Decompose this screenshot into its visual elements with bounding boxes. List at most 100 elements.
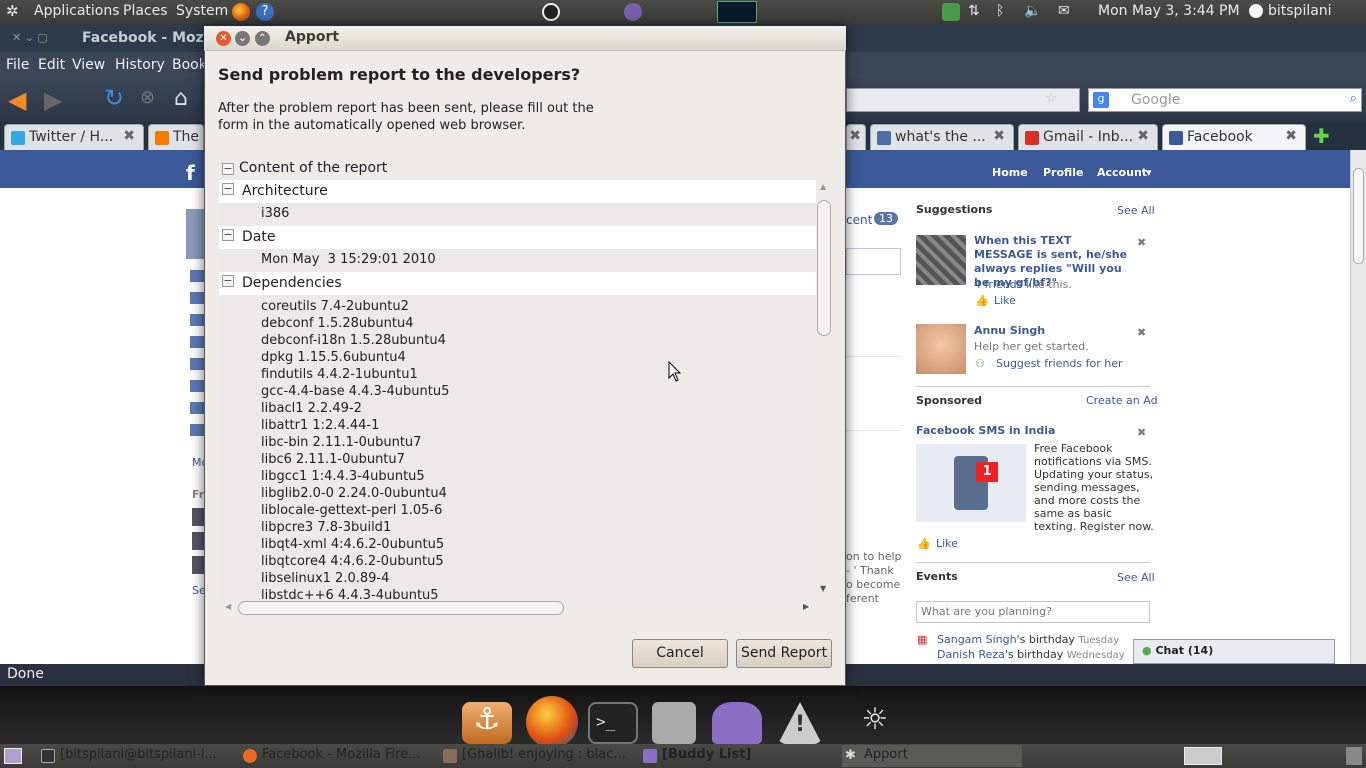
collapse-icon[interactable]: − [222, 275, 234, 287]
ad-title[interactable]: Facebook SMS in India [916, 424, 1055, 438]
cancel-button[interactable]: Cancel [632, 639, 728, 668]
weather-icon[interactable]: ☼ [852, 702, 898, 744]
tree-row-arch-value[interactable]: i386 [219, 203, 816, 226]
page-scrollbar[interactable] [1350, 150, 1366, 664]
menu-file[interactable]: File [6, 57, 29, 73]
search-icon[interactable]: ⌕ [1350, 91, 1357, 106]
new-tab-icon[interactable]: ✚ [1313, 124, 1330, 148]
events-see-all[interactable]: See All [1117, 571, 1155, 585]
close-icon[interactable]: ✖ [1137, 326, 1146, 340]
close-icon[interactable]: ✖ [1137, 236, 1146, 250]
network-icon[interactable] [942, 3, 960, 21]
disk-icon[interactable] [652, 702, 696, 744]
task-chat[interactable]: [Ghalib! enjoying : blac... [440, 747, 636, 765]
close-tab-icon[interactable]: ✖ [1137, 128, 1149, 144]
collapse-root-icon[interactable]: − [222, 163, 234, 175]
home-icon[interactable]: ⌂ [174, 86, 188, 111]
nav-account[interactable]: Account [1097, 166, 1147, 179]
suggestions-see-all[interactable]: See All [1117, 204, 1155, 218]
keyboard-photo[interactable] [916, 235, 966, 285]
tree-row-date[interactable]: − Date [219, 226, 816, 249]
recent-link[interactable]: cent [846, 213, 872, 227]
anchor-icon[interactable]: ⚓ [462, 702, 512, 744]
workspace-switcher[interactable] [1184, 747, 1222, 765]
suggestion-1-like[interactable]: Like [994, 294, 1016, 308]
page-scrollbar-thumb[interactable] [1353, 168, 1364, 264]
scroll-down-icon[interactable]: ▼ [820, 584, 826, 593]
ad-image[interactable]: 1 [916, 444, 1026, 522]
menu-bookmarks[interactable]: Book [172, 57, 207, 73]
friend-thumbs[interactable] [192, 508, 204, 578]
status-input-partial[interactable] [846, 248, 901, 275]
close-tab-icon[interactable]: ✖ [993, 128, 1005, 144]
tree-row-dependencies[interactable]: − Dependencies [219, 272, 816, 295]
like-icon[interactable]: 👍 [917, 537, 931, 551]
transfer-icon[interactable]: ⇅ [968, 3, 980, 19]
close-tab-icon[interactable]: ✖ [123, 128, 135, 144]
tab-facebook-active[interactable]: Facebook ✖ [1162, 124, 1306, 150]
task-buddy-list[interactable]: [Buddy List] [640, 747, 836, 765]
tree-root-label[interactable]: Content of the report [239, 160, 387, 176]
mail-icon[interactable]: ✉ [1058, 3, 1070, 19]
firefox-window-buttons[interactable]: ✕ ⌄ ▢ [12, 31, 48, 44]
tab-partial[interactable]: ✖ [846, 124, 866, 150]
pidgin-dock-icon[interactable] [712, 702, 762, 744]
system-menu[interactable]: System [176, 3, 228, 19]
menu-edit[interactable]: Edit [38, 57, 65, 73]
tree-vscroll-thumb[interactable] [817, 200, 831, 336]
task-firefox[interactable]: Facebook - Mozilla Fire... [240, 747, 432, 765]
task-terminal[interactable]: [bitspilani@bitspilani-l... [38, 747, 228, 765]
volume-icon[interactable]: 🔈 [1024, 3, 1041, 19]
url-bar[interactable]: ☆ [846, 88, 1080, 112]
help-icon[interactable]: ? [256, 3, 274, 21]
maximize-window-icon[interactable]: ⌃ [255, 31, 270, 46]
clock[interactable]: Mon May 3, 3:44 PM [1098, 3, 1240, 19]
minimize-window-icon[interactable]: ⌄ [235, 31, 250, 46]
scroll-right-icon[interactable]: ▶ [803, 602, 809, 611]
tree-hscrollbar[interactable]: ◀ ▶ [219, 600, 816, 616]
chat-bar[interactable]: ● Chat (14) [1133, 639, 1335, 664]
nav-home[interactable]: Home [992, 166, 1028, 179]
reload-icon[interactable]: ↻ [104, 84, 124, 112]
profile-photo-partial[interactable] [186, 209, 204, 259]
annu-photo[interactable] [916, 324, 966, 374]
account-dropdown-icon[interactable]: ▾ [1146, 166, 1152, 179]
suggest-friends-link[interactable]: Suggest friends for her [996, 357, 1123, 371]
pidgin-tray-icon[interactable] [624, 3, 642, 21]
tree-row-date-value[interactable]: Mon May 3 15:29:01 2010 [219, 249, 816, 272]
user-status-icon[interactable] [1249, 4, 1263, 18]
like-icon[interactable]: 👍 [975, 294, 989, 308]
close-tab-icon[interactable]: ✖ [849, 128, 861, 144]
trash-icon[interactable] [1346, 747, 1362, 765]
firefox-dock-icon[interactable] [526, 696, 578, 748]
tab-blogger[interactable]: The S [148, 124, 204, 150]
show-desktop-icon[interactable] [4, 748, 22, 764]
tree-row-architecture[interactable]: − Architecture [219, 180, 816, 203]
left-nav-icons[interactable] [190, 270, 204, 440]
report-tree[interactable]: − Architecture i386 − Date Mon May 3 15:29… [219, 180, 816, 600]
bluetooth-icon[interactable]: ᛒ [996, 3, 1004, 19]
google-icon[interactable]: g [1093, 92, 1109, 108]
tab-gmail[interactable]: Gmail - Inb... ✖ [1018, 124, 1158, 150]
system-monitor-icon[interactable] [717, 1, 757, 23]
collapse-icon[interactable]: − [222, 229, 234, 241]
places-menu[interactable]: Places [123, 3, 168, 19]
facebook-logo-partial[interactable]: f [186, 161, 195, 185]
close-icon[interactable]: ✖ [1137, 426, 1146, 440]
menu-history[interactable]: History [115, 57, 165, 73]
collapse-icon[interactable]: − [222, 183, 234, 195]
tree-row-deps-value[interactable]: coreutils 7.4-2ubuntu2 debconf 1.5.28ubun… [219, 295, 816, 600]
event-input[interactable]: What are you planning? [916, 601, 1150, 623]
applications-menu[interactable]: Applications [34, 3, 120, 19]
stop-icon[interactable]: ⊗ [140, 87, 155, 108]
forward-icon[interactable]: ▶ [44, 86, 62, 114]
suggestion-2-name[interactable]: Annu Singh [974, 324, 1045, 338]
scroll-left-icon[interactable]: ◀ [225, 602, 231, 611]
send-report-button[interactable]: Send Report [736, 639, 832, 668]
search-field[interactable]: g Google ⌕ [1088, 88, 1362, 112]
menu-view[interactable]: View [72, 57, 105, 73]
nav-profile[interactable]: Profile [1043, 166, 1083, 179]
create-ad-link[interactable]: Create an Ad [1086, 394, 1158, 408]
tab-twitter[interactable]: Twitter / H... ✖ [4, 124, 144, 150]
close-tab-icon[interactable]: ✖ [1285, 128, 1297, 144]
